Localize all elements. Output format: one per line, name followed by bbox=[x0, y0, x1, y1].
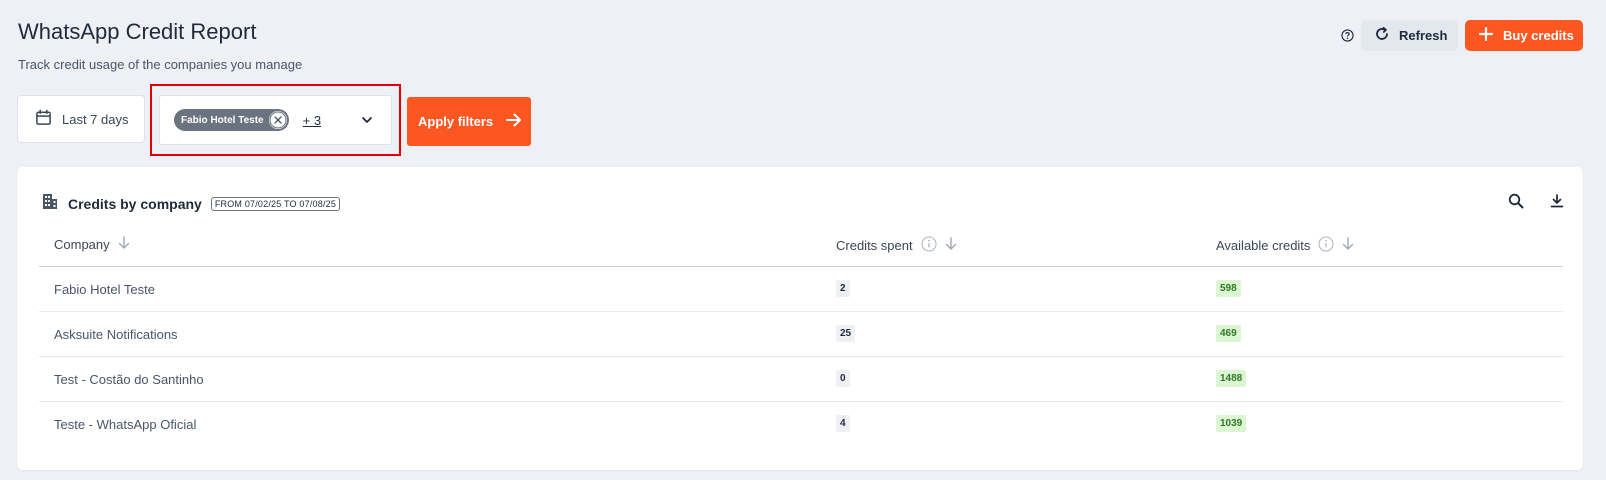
date-range-filter[interactable]: Last 7 days bbox=[17, 95, 145, 143]
table-header: Company Credits spent Available credits bbox=[39, 222, 1563, 267]
buy-credits-button[interactable]: Buy credits bbox=[1465, 20, 1583, 51]
calendar-icon bbox=[35, 109, 52, 129]
arrow-right-icon bbox=[505, 112, 523, 131]
page-subtitle: Track credit usage of the companies you … bbox=[18, 57, 303, 72]
close-icon[interactable] bbox=[268, 111, 287, 129]
download-icon[interactable] bbox=[1550, 194, 1564, 213]
column-label-company: Company bbox=[54, 237, 110, 252]
credits-card: Credits by company FROM 07/02/25 TO 07/0… bbox=[17, 167, 1583, 470]
page-title: WhatsApp Credit Report bbox=[18, 19, 257, 44]
table-row: Teste - WhatsApp Oficial 4 1039 bbox=[39, 402, 1563, 447]
available-credits-badge: 1039 bbox=[1216, 415, 1247, 432]
column-header-company[interactable]: Company bbox=[54, 236, 130, 253]
column-label-available: Available credits bbox=[1216, 238, 1311, 253]
refresh-icon bbox=[1374, 26, 1390, 45]
column-header-spent[interactable]: Credits spent bbox=[836, 236, 957, 255]
company-cell: Asksuite Notifications bbox=[54, 327, 178, 342]
sort-arrow-icon[interactable] bbox=[945, 237, 957, 254]
available-credits-badge: 598 bbox=[1216, 280, 1241, 297]
plus-icon bbox=[1478, 26, 1494, 44]
more-companies-count[interactable]: + 3 bbox=[303, 113, 321, 128]
buy-credits-label: Buy credits bbox=[1503, 28, 1574, 43]
company-cell: Test - Costão do Santinho bbox=[54, 372, 204, 387]
credits-spent-badge: 2 bbox=[836, 280, 850, 297]
column-label-spent: Credits spent bbox=[836, 238, 913, 253]
info-icon[interactable] bbox=[1318, 236, 1334, 255]
table-row: Asksuite Notifications 25 469 bbox=[39, 312, 1563, 357]
help-icon[interactable] bbox=[1340, 28, 1354, 42]
date-range-label: Last 7 days bbox=[62, 111, 129, 127]
sort-arrow-icon[interactable] bbox=[118, 236, 130, 253]
column-header-available[interactable]: Available credits bbox=[1216, 236, 1354, 255]
chevron-down-icon[interactable] bbox=[360, 113, 374, 132]
refresh-button[interactable]: Refresh bbox=[1361, 20, 1458, 51]
available-credits-badge: 1488 bbox=[1216, 370, 1247, 387]
apply-filters-label: Apply filters bbox=[418, 114, 494, 129]
available-credits-badge: 469 bbox=[1216, 325, 1241, 342]
date-range-tag: FROM 07/02/25 TO 07/08/25 bbox=[210, 196, 341, 211]
credits-spent-badge: 4 bbox=[836, 415, 850, 432]
sort-arrow-icon[interactable] bbox=[1342, 237, 1354, 254]
company-cell: Teste - WhatsApp Oficial bbox=[54, 417, 197, 432]
search-icon[interactable] bbox=[1508, 193, 1524, 214]
company-chip-label: Fabio Hotel Teste bbox=[181, 114, 264, 126]
info-icon[interactable] bbox=[921, 236, 937, 255]
company-multiselect[interactable]: Fabio Hotel Teste + 3 bbox=[159, 95, 392, 145]
credits-spent-badge: 25 bbox=[836, 325, 856, 342]
card-title: Credits by company bbox=[68, 195, 202, 212]
apply-filters-button[interactable]: Apply filters bbox=[407, 97, 531, 146]
company-cell: Fabio Hotel Teste bbox=[54, 282, 155, 297]
table-row: Test - Costão do Santinho 0 1488 bbox=[39, 357, 1563, 402]
building-icon bbox=[41, 192, 59, 215]
card-header: Credits by company FROM 07/02/25 TO 07/0… bbox=[41, 192, 341, 215]
table-row: Fabio Hotel Teste 2 598 bbox=[39, 267, 1563, 312]
company-chip: Fabio Hotel Teste bbox=[174, 109, 289, 131]
credits-table: Company Credits spent Available credits … bbox=[39, 222, 1563, 447]
refresh-label: Refresh bbox=[1399, 28, 1448, 43]
credits-spent-badge: 0 bbox=[836, 370, 850, 387]
